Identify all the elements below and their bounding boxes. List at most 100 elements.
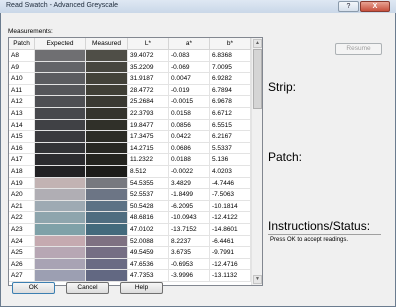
table-row[interactable]: A19 54.5355 3.4829 -4.7446 bbox=[9, 177, 251, 190]
instructions-label: Instructions/Status: bbox=[268, 219, 371, 233]
measured-swatch bbox=[86, 270, 128, 282]
table-row[interactable]: A14 19.8477 0.0856 6.5515 bbox=[9, 119, 251, 132]
value-cell: 8.2237 bbox=[169, 235, 210, 248]
value-cell: 19.8477 bbox=[128, 119, 169, 132]
value-cell: 0.0686 bbox=[169, 142, 210, 155]
column-header[interactable]: Expected bbox=[35, 38, 86, 50]
expected-swatch bbox=[35, 84, 86, 97]
value-cell: 48.6816 bbox=[128, 212, 169, 224]
table-row[interactable]: A10 31.9187 0.0047 6.9282 bbox=[9, 73, 251, 85]
scroll-down-icon[interactable]: ▼ bbox=[253, 275, 262, 284]
column-header[interactable]: a* bbox=[169, 38, 210, 50]
measured-swatch bbox=[86, 96, 128, 108]
measured-swatch bbox=[86, 84, 128, 97]
patch-cell: A15 bbox=[9, 131, 35, 143]
value-cell: -14.8601 bbox=[210, 224, 251, 236]
column-header[interactable]: L* bbox=[128, 38, 169, 50]
column-header[interactable]: Patch bbox=[9, 38, 35, 50]
value-cell: 47.6536 bbox=[128, 258, 169, 271]
column-header[interactable]: Measured bbox=[86, 38, 128, 50]
table-row[interactable]: A20 52.5537 -1.8499 -7.5063 bbox=[9, 189, 251, 201]
value-cell: 7.0095 bbox=[210, 61, 251, 74]
column-header[interactable]: b* bbox=[210, 38, 251, 50]
table-row[interactable]: A13 22.3793 0.0158 6.6712 bbox=[9, 108, 251, 120]
strip-label: Strip: bbox=[268, 80, 297, 94]
table-row[interactable]: A15 17.3475 0.0422 6.2167 bbox=[9, 131, 251, 143]
table-row[interactable]: A21 50.5428 -6.2095 -10.1814 bbox=[9, 200, 251, 213]
value-cell: 6.9282 bbox=[210, 73, 251, 85]
value-cell: 0.0188 bbox=[169, 154, 210, 166]
expected-swatch bbox=[35, 61, 86, 74]
expected-swatch bbox=[35, 189, 86, 201]
value-cell: -10.1814 bbox=[210, 200, 251, 213]
value-cell: -0.083 bbox=[169, 50, 210, 62]
table-row[interactable]: A11 28.4772 -0.019 6.7894 bbox=[9, 84, 251, 97]
value-cell: -9.7991 bbox=[210, 247, 251, 259]
table-row[interactable]: A24 52.0088 8.2237 -6.4461 bbox=[9, 235, 251, 248]
table-row[interactable]: A23 47.0102 -13.7152 -14.8601 bbox=[9, 224, 251, 236]
table-row[interactable]: A22 48.6816 -10.0943 -12.4122 bbox=[9, 212, 251, 224]
scroll-thumb[interactable] bbox=[253, 49, 262, 109]
table-row[interactable]: A8 39.4072 -0.083 6.8368 bbox=[9, 50, 251, 62]
measured-swatch bbox=[86, 224, 128, 236]
value-cell: 22.3793 bbox=[128, 108, 169, 120]
table-row[interactable]: A25 49.5459 3.6735 -9.7991 bbox=[9, 247, 251, 259]
patch-cell: A27 bbox=[9, 270, 35, 282]
close-button[interactable]: X bbox=[360, 1, 390, 12]
patch-cell: A23 bbox=[9, 224, 35, 236]
patch-cell: A22 bbox=[9, 212, 35, 224]
value-cell: -6.4461 bbox=[210, 235, 251, 248]
help-button[interactable]: Help bbox=[120, 282, 163, 294]
instructions-divider bbox=[268, 234, 381, 235]
value-cell: -13.7152 bbox=[169, 224, 210, 236]
value-cell: 0.0422 bbox=[169, 131, 210, 143]
value-cell: 28.4772 bbox=[128, 84, 169, 97]
instructions-text: Press OK to accept readings. bbox=[270, 237, 349, 243]
measured-swatch bbox=[86, 212, 128, 224]
expected-swatch bbox=[35, 119, 86, 132]
measured-swatch bbox=[86, 258, 128, 271]
table-row[interactable]: A18 8.512 -0.0022 4.0203 bbox=[9, 166, 251, 178]
measured-swatch bbox=[86, 50, 128, 62]
expected-swatch bbox=[35, 96, 86, 108]
value-cell: 6.7894 bbox=[210, 84, 251, 97]
expected-swatch bbox=[35, 177, 86, 190]
value-cell: 6.5515 bbox=[210, 119, 251, 132]
ok-button[interactable]: OK bbox=[12, 282, 55, 294]
patch-cell: A16 bbox=[9, 142, 35, 155]
patch-cell: A18 bbox=[9, 166, 35, 178]
measured-swatch bbox=[86, 235, 128, 248]
value-cell: 11.2322 bbox=[128, 154, 169, 166]
expected-swatch bbox=[35, 270, 86, 282]
table-row[interactable]: A26 47.6536 -0.6953 -12.4716 bbox=[9, 258, 251, 271]
value-cell: 25.2684 bbox=[128, 96, 169, 108]
table-row[interactable]: A12 25.2684 -0.0015 6.9678 bbox=[9, 96, 251, 108]
patch-cell: A13 bbox=[9, 108, 35, 120]
expected-swatch bbox=[35, 131, 86, 143]
value-cell: 5.5337 bbox=[210, 142, 251, 155]
vertical-scrollbar[interactable]: ▲ ▼ bbox=[251, 38, 262, 285]
table-row[interactable]: A27 47.7353 -3.9996 -13.1132 bbox=[9, 270, 251, 282]
patch-cell: A8 bbox=[9, 50, 35, 62]
value-cell: 3.6735 bbox=[169, 247, 210, 259]
measured-swatch bbox=[86, 166, 128, 178]
value-cell: 0.0856 bbox=[169, 119, 210, 132]
value-cell: -1.8499 bbox=[169, 189, 210, 201]
expected-swatch bbox=[35, 200, 86, 213]
patch-cell: A25 bbox=[9, 247, 35, 259]
table-row[interactable]: A9 35.2209 -0.069 7.0095 bbox=[9, 61, 251, 74]
table-row[interactable]: A16 14.2715 0.0686 5.5337 bbox=[9, 142, 251, 155]
measured-swatch bbox=[86, 189, 128, 201]
cancel-button[interactable]: Cancel bbox=[66, 282, 109, 294]
help-title-button[interactable]: ? bbox=[338, 1, 359, 12]
scroll-up-icon[interactable]: ▲ bbox=[253, 39, 262, 48]
resume-button[interactable]: Resume bbox=[335, 43, 382, 55]
patch-cell: A24 bbox=[9, 235, 35, 248]
measured-swatch bbox=[86, 119, 128, 132]
title-bar: Read Swatch - Advanced Greyscale ? X bbox=[0, 0, 396, 13]
measurements-grid[interactable]: Patch Expected Measured L* a* b* A8 39.4072 -0.… bbox=[8, 37, 263, 286]
grid-body: A8 39.4072 -0.083 6.8368 A9 35.2209 -0.069 7.00… bbox=[9, 50, 251, 285]
value-cell: 8.512 bbox=[128, 166, 169, 178]
table-row[interactable]: A17 11.2322 0.0188 5.136 bbox=[9, 154, 251, 166]
value-cell: 49.5459 bbox=[128, 247, 169, 259]
